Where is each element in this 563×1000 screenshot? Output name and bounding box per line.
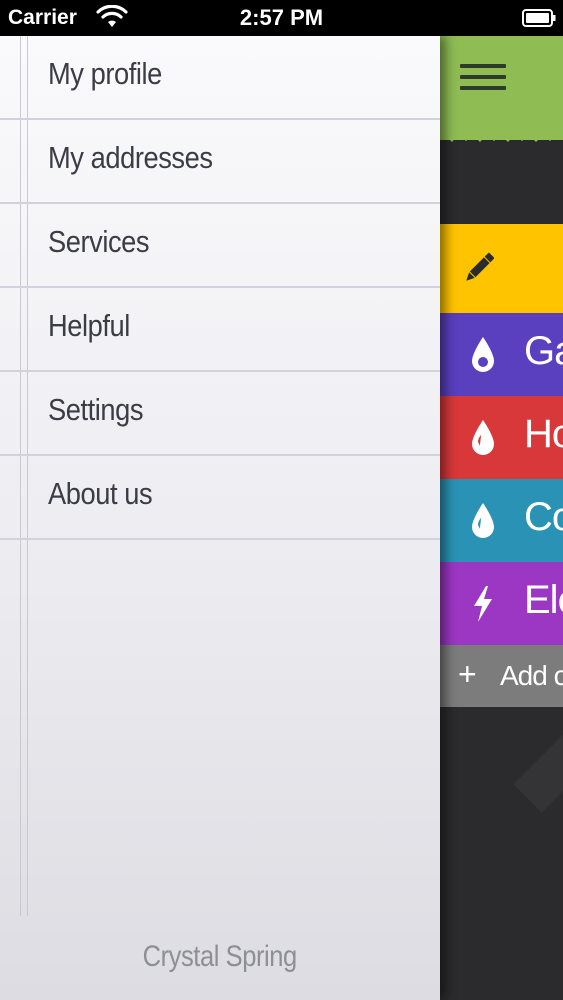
menu-item-label: My addresses <box>48 140 213 175</box>
menu-item-services[interactable]: Services <box>0 204 440 288</box>
water-drop-icon <box>472 337 494 372</box>
app-screen: Carrier 2:57 PM G Ho Co El + Add c My pr… <box>0 0 563 1000</box>
tile-label: Ga <box>524 329 563 373</box>
menu-item-label: Helpful <box>48 308 130 343</box>
main-content: Ga Ho Co Ele <box>440 36 563 1000</box>
service-tiles: Ga Ho Co Ele <box>440 224 563 707</box>
app-brand-name: Crystal Spring <box>142 940 298 973</box>
status-bar: Carrier 2:57 PM <box>0 0 563 36</box>
tile-electricity[interactable]: Ele <box>440 562 563 645</box>
header-zigzag-edge <box>440 132 563 142</box>
side-drawer: My profile My addresses Services Helpful… <box>0 36 440 1000</box>
menu-item-about-us[interactable]: About us <box>0 456 440 540</box>
pencil-icon <box>466 252 494 281</box>
battery-icon <box>522 9 556 27</box>
drawer-menu: My profile My addresses Services Helpful… <box>0 36 440 540</box>
tile-gas[interactable]: Ga <box>440 313 563 396</box>
menu-item-label: My profile <box>48 56 162 91</box>
menu-item-label: Settings <box>48 392 144 427</box>
plus-icon: + <box>458 656 477 692</box>
menu-item-my-profile[interactable]: My profile <box>0 36 440 120</box>
background-decoration <box>513 699 563 813</box>
add-tile-label: Add co <box>500 660 563 691</box>
tile-label: Ele <box>524 578 563 622</box>
app-brand-footer: Crystal Spring <box>0 940 440 974</box>
lightning-icon <box>474 586 492 622</box>
status-time: 2:57 PM <box>239 5 324 30</box>
menu-item-my-addresses[interactable]: My addresses <box>0 120 440 204</box>
water-drop-icon <box>472 503 494 538</box>
menu-item-settings[interactable]: Settings <box>0 372 440 456</box>
tile-cold-water[interactable]: Co <box>440 479 563 562</box>
tile-hot-water[interactable]: Ho <box>440 396 563 479</box>
tile-label: Co <box>524 495 563 539</box>
menu-item-label: About us <box>48 476 153 511</box>
water-drop-icon <box>472 420 494 455</box>
menu-item-label: Services <box>48 224 150 259</box>
menu-item-helpful[interactable]: Helpful <box>0 288 440 372</box>
hamburger-menu-icon[interactable] <box>460 64 506 94</box>
add-counter-button[interactable]: + Add co <box>440 645 563 707</box>
tile-label: Ho <box>524 412 563 456</box>
tile-edit[interactable] <box>440 224 563 313</box>
